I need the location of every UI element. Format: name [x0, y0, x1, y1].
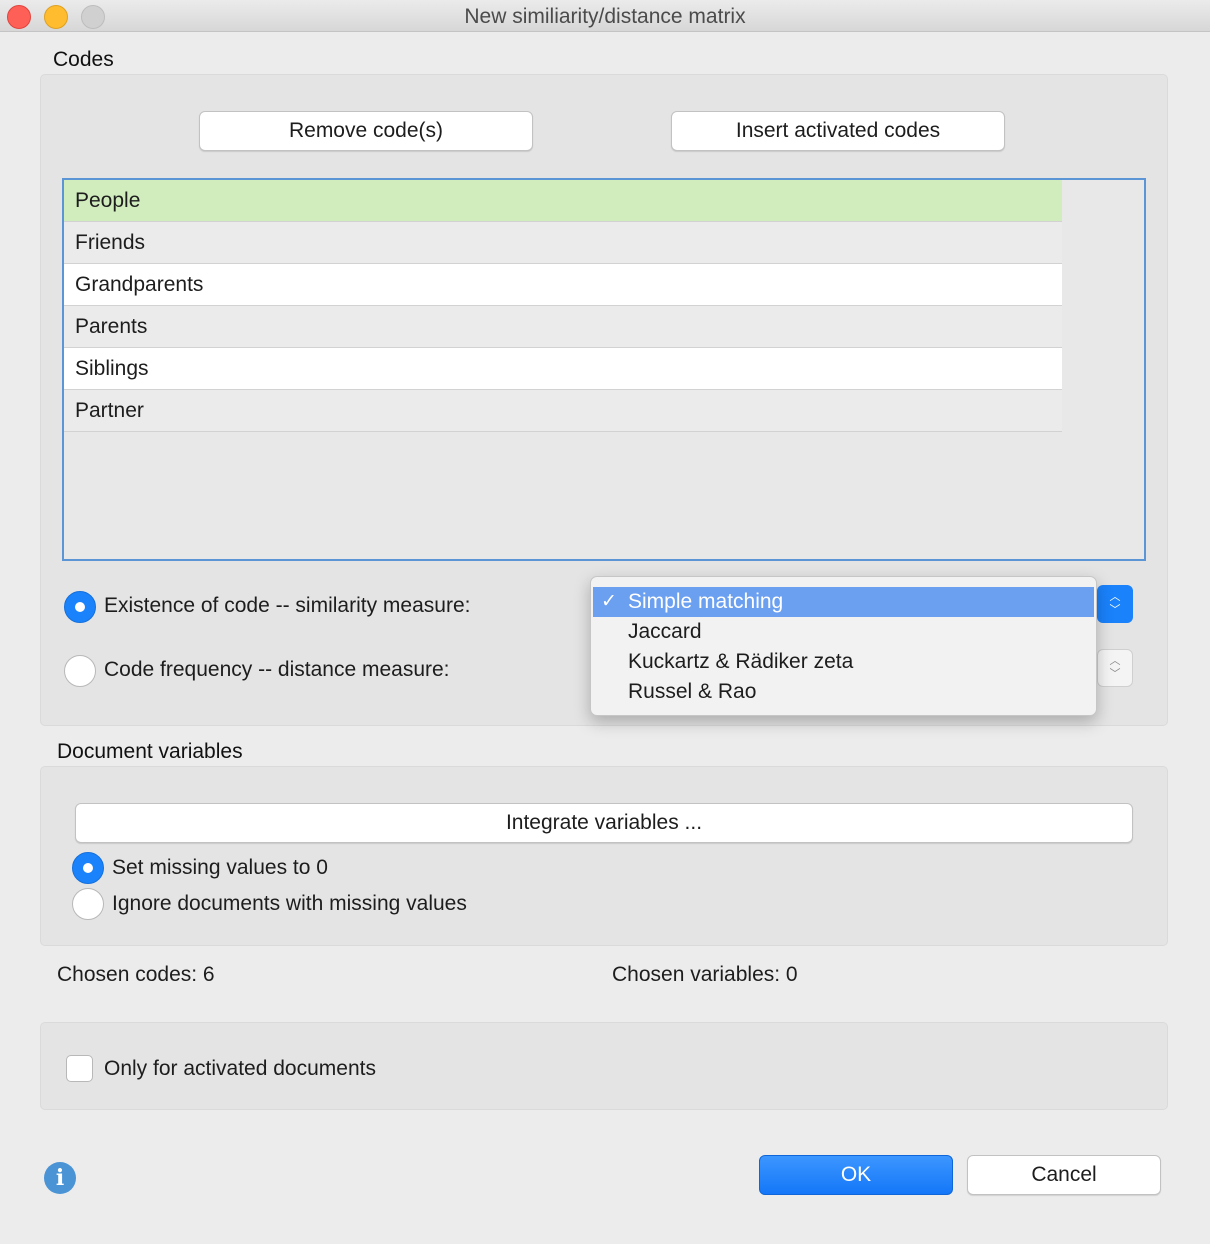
- missing-zero-radio[interactable]: [72, 852, 104, 884]
- remove-codes-button[interactable]: Remove code(s): [199, 111, 533, 151]
- variables-section-label: Document variables: [57, 740, 243, 763]
- list-item[interactable]: Partner: [64, 390, 1062, 432]
- menu-item-jaccard[interactable]: Jaccard: [593, 617, 1094, 647]
- chosen-variables-count: Chosen variables: 0: [612, 963, 798, 986]
- chevron-down-icon: ﹀: [1109, 668, 1121, 680]
- ignore-missing-label: Ignore documents with missing values: [112, 892, 467, 915]
- distance-measure-stepper[interactable]: ︿ ﹀: [1097, 649, 1133, 687]
- codes-list[interactable]: People Friends Grandparents Parents Sibl…: [62, 178, 1146, 561]
- integrate-variables-button[interactable]: Integrate variables ...: [75, 803, 1133, 843]
- chosen-codes-count: Chosen codes: 6: [57, 963, 215, 986]
- ignore-missing-radio[interactable]: [72, 888, 104, 920]
- chevron-up-icon: ︿: [1109, 655, 1121, 667]
- codes-section-label: Codes: [53, 48, 114, 71]
- list-item[interactable]: Siblings: [64, 348, 1062, 390]
- window-title: New similiarity/distance matrix: [464, 5, 746, 28]
- checkmark-icon: ✓: [601, 591, 617, 612]
- menu-item-kuckartz-radiker-zeta[interactable]: Kuckartz & Rädiker zeta: [593, 647, 1094, 677]
- ok-button[interactable]: OK: [759, 1155, 953, 1195]
- list-item[interactable]: Friends: [64, 222, 1062, 264]
- only-activated-checkbox[interactable]: [66, 1055, 93, 1082]
- menu-item-russel-rao[interactable]: Russel & Rao: [593, 677, 1094, 707]
- list-item[interactable]: People: [64, 180, 1062, 222]
- existence-radio[interactable]: [64, 591, 96, 623]
- only-activated-label: Only for activated documents: [104, 1057, 376, 1080]
- missing-zero-label: Set missing values to 0: [112, 856, 328, 879]
- title-bar: New similiarity/distance matrix: [0, 0, 1210, 32]
- list-item[interactable]: Grandparents: [64, 264, 1062, 306]
- menu-item-simple-matching[interactable]: ✓ Simple matching: [593, 587, 1094, 617]
- menu-item-label: Jaccard: [628, 620, 702, 643]
- chevron-down-icon: ﹀: [1109, 604, 1121, 616]
- existence-label: Existence of code -- similarity measure:: [104, 594, 471, 617]
- info-icon[interactable]: i: [44, 1162, 76, 1194]
- menu-item-label: Russel & Rao: [628, 680, 757, 703]
- frequency-label: Code frequency -- distance measure:: [104, 658, 450, 681]
- similarity-measure-dropdown[interactable]: ✓ Simple matching Jaccard Kuckartz & Räd…: [590, 576, 1097, 716]
- menu-item-label: Kuckartz & Rädiker zeta: [628, 650, 854, 673]
- cancel-button[interactable]: Cancel: [967, 1155, 1161, 1195]
- chevron-up-icon: ︿: [1109, 591, 1121, 603]
- list-item[interactable]: Parents: [64, 306, 1062, 348]
- menu-item-label: Simple matching: [628, 590, 784, 613]
- frequency-radio[interactable]: [64, 655, 96, 687]
- similarity-measure-stepper[interactable]: ︿ ﹀: [1097, 585, 1133, 623]
- insert-activated-codes-button[interactable]: Insert activated codes: [671, 111, 1005, 151]
